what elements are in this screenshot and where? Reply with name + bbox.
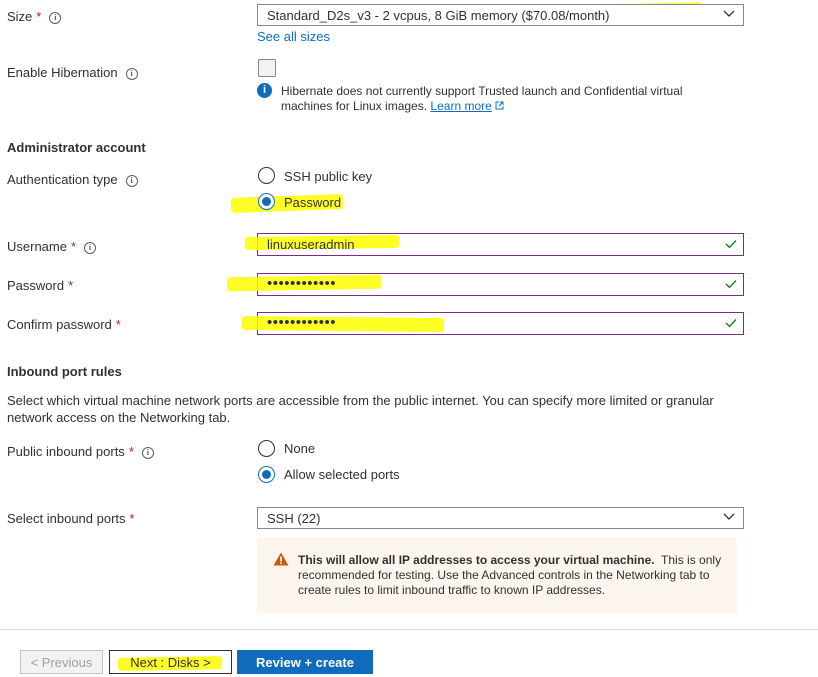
size-select[interactable]: Standard_D2s_v3 - 2 vcpus, 8 GiB memory …	[257, 4, 744, 26]
chevron-down-icon	[723, 513, 735, 520]
inbound-description: Select which virtual machine network por…	[7, 393, 714, 425]
username-value: linuxuseradmin	[267, 237, 355, 252]
none-radio-label: None	[284, 441, 316, 456]
ssh-key-radio[interactable]	[258, 167, 275, 184]
review-create-button[interactable]: Review + create	[237, 650, 373, 674]
next-disks-button[interactable]: Next : Disks >	[109, 650, 232, 674]
next-disks-label: Next : Disks >	[130, 655, 211, 670]
hibernation-checkbox[interactable]	[258, 59, 276, 77]
password-label: Password *	[7, 278, 74, 293]
chevron-down-icon	[723, 10, 735, 17]
learn-more-link[interactable]: Learn more	[430, 99, 491, 113]
password-input[interactable]: ••••••••••••	[226, 273, 744, 296]
info-icon[interactable]: i	[49, 12, 62, 24]
see-all-sizes-link[interactable]: See all sizes	[257, 29, 330, 44]
checkmark-icon	[725, 280, 737, 289]
inbound-ports-value: SSH (22)	[267, 511, 321, 526]
inbound-ports-select[interactable]: SSH (22)	[257, 507, 744, 529]
warning-text: This will allow all IP addresses to acce…	[298, 553, 722, 597]
public-ports-label: Public inbound ports * i	[7, 444, 154, 459]
info-icon[interactable]: i	[125, 175, 138, 187]
size-value: Standard_D2s_v3 - 2 vcpus, 8 GiB memory …	[267, 8, 610, 23]
info-icon[interactable]: i	[84, 242, 97, 254]
hibernation-label: Enable Hibernation i	[7, 65, 138, 80]
warning-box: This will allow all IP addresses to acce…	[257, 537, 737, 613]
size-label: Size * i	[7, 9, 62, 24]
allow-selected-ports-radio[interactable]	[258, 466, 275, 483]
hibernation-info-text: Hibernate does not currently support Tru…	[281, 84, 683, 113]
checkmark-icon	[725, 319, 737, 328]
confirm-password-input[interactable]: ••••••••••••	[241, 312, 744, 335]
info-circle-icon: i	[257, 83, 272, 98]
inbound-heading: Inbound port rules	[7, 364, 122, 379]
auth-type-label: Authentication type i	[7, 172, 138, 187]
none-radio[interactable]	[258, 440, 275, 457]
info-icon[interactable]: i	[125, 68, 138, 80]
confirm-password-label: Confirm password *	[7, 317, 121, 332]
warning-icon	[273, 552, 289, 566]
footer-divider	[0, 629, 818, 630]
allow-selected-ports-label: Allow selected ports	[284, 467, 400, 482]
confirm-password-value: ••••••••••••	[267, 314, 337, 331]
external-link-icon	[495, 101, 504, 110]
ssh-key-radio-label: SSH public key	[284, 169, 373, 184]
password-value: ••••••••••••	[267, 275, 337, 292]
info-icon[interactable]: i	[141, 447, 154, 459]
select-ports-label: Select inbound ports *	[7, 511, 135, 526]
previous-button[interactable]: < Previous	[20, 650, 103, 674]
password-radio-label: Password	[284, 195, 342, 210]
admin-heading: Administrator account	[7, 140, 146, 155]
password-radio[interactable]	[258, 193, 275, 210]
username-label: Username * i	[7, 239, 97, 254]
checkmark-icon	[725, 240, 737, 249]
username-input[interactable]: linuxuseradmin	[244, 233, 744, 256]
